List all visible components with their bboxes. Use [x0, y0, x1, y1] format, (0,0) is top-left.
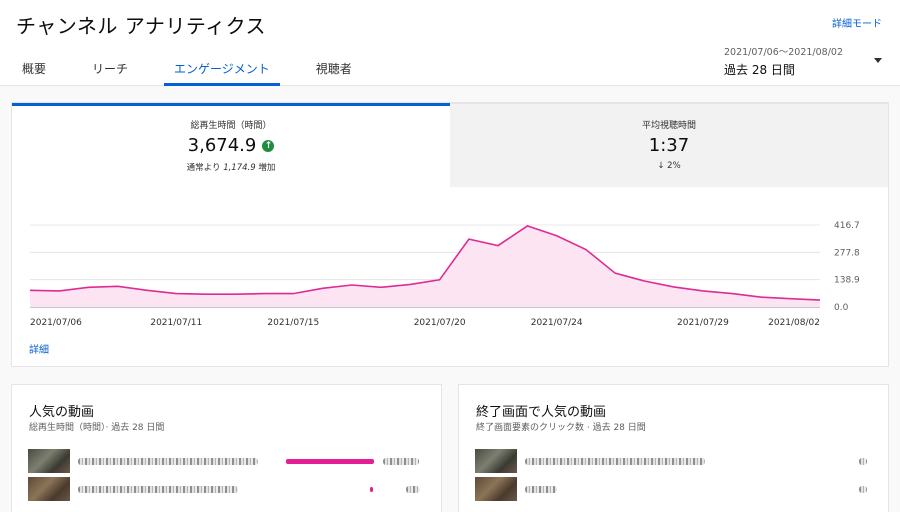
value-bar — [286, 459, 374, 464]
top-videos-card: 人気の動画 総再生時間（時間）· 過去 28 日間 — [11, 384, 442, 512]
redacted-value — [383, 458, 419, 465]
value-bar — [370, 487, 373, 492]
video-thumbnail — [475, 477, 517, 501]
redacted-title — [78, 486, 238, 493]
metric-value-row: 3,674.9 ↑ — [12, 135, 450, 156]
y-tick-label: 277.8 — [834, 248, 860, 258]
y-axis-ticks: 0.0 138.9 277.8 416.7 — [834, 221, 860, 313]
video-thumbnail — [475, 449, 517, 473]
x-tick-label: 2021/07/24 — [531, 318, 583, 328]
x-tick-label: 2021/07/29 — [677, 318, 729, 328]
video-thumbnail — [28, 477, 70, 501]
metric-value-row: 1:37 — [450, 135, 888, 156]
card-title: 終了画面で人気の動画 — [476, 405, 607, 420]
chart-area — [30, 225, 820, 307]
tab-overview[interactable]: 概要 — [12, 52, 56, 86]
redacted-value — [406, 486, 420, 493]
tab-engagement[interactable]: エンゲージメント — [164, 52, 280, 86]
redacted-title — [525, 458, 705, 465]
see-more-link[interactable]: 詳細 — [29, 341, 49, 356]
card-subtitle: 総再生時間（時間）· 過去 28 日間 — [29, 423, 165, 433]
page-title: チャンネル アナリティクス — [16, 14, 267, 38]
metric-value: 1:37 — [648, 135, 690, 156]
metric-avg-view-duration[interactable]: 平均視聴時間 1:37 ↓ 2% — [450, 103, 888, 187]
metric-watch-time[interactable]: 総再生時間（時間） 3,674.9 ↑ 通常より 1,174.9 増加 — [12, 103, 450, 187]
x-tick-label: 2021/07/15 — [267, 318, 319, 328]
x-tick-label: 2021/07/11 — [150, 318, 202, 328]
arrow-up-icon: ↑ — [262, 139, 275, 152]
end-screen-videos-card: 終了画面で人気の動画 終了画面要素のクリック数 · 過去 28 日間 — [458, 384, 889, 512]
list-item[interactable] — [28, 449, 428, 473]
redacted-value — [859, 458, 867, 465]
redacted-title — [78, 458, 258, 465]
metric-value: 3,674.9 — [187, 135, 257, 156]
tab-bar: 概要 リーチ エンゲージメント 視聴者 — [12, 52, 388, 86]
redacted-title — [525, 486, 557, 493]
engagement-card: 総再生時間（時間） 3,674.9 ↑ 通常より 1,174.9 増加 平均視聴… — [11, 102, 889, 367]
card-subtitle: 終了画面要素のクリック数 · 過去 28 日間 — [476, 423, 646, 433]
y-tick-label: 416.7 — [834, 221, 860, 231]
date-range-text: 2021/07/06～2021/08/02 — [724, 47, 844, 58]
video-thumbnail — [28, 449, 70, 473]
comparison-value: 1,174.9 — [223, 163, 256, 173]
comparison-suffix: 増加 — [258, 163, 276, 173]
tab-reach[interactable]: リーチ — [82, 52, 138, 86]
redacted-value — [859, 486, 867, 493]
x-axis-ticks: 2021/07/06 2021/07/11 2021/07/15 2021/07/20… — [30, 318, 820, 328]
y-tick-label: 138.9 — [834, 276, 860, 286]
caret-down-icon — [874, 58, 882, 63]
comparison-prefix: 通常より — [186, 163, 221, 173]
tab-audience[interactable]: 視聴者 — [306, 52, 362, 86]
metric-label: 平均視聴時間 — [641, 121, 696, 131]
list-item[interactable] — [475, 449, 875, 473]
date-period-text: 過去 28 日間 — [724, 63, 795, 77]
x-tick-label: 2021/07/20 — [414, 318, 466, 328]
card-title: 人気の動画 — [29, 405, 95, 420]
x-tick-label: 2021/08/02 — [768, 318, 820, 328]
watch-time-chart: 0.0138.9277.8416.7 2021/07/06 2021/07/11 2… — [29, 221, 860, 328]
date-range-picker[interactable]: 2021/07/06～2021/08/02 過去 28 日間 — [724, 44, 888, 78]
x-tick-label: 2021/07/06 — [30, 318, 82, 328]
y-tick-label: 0.0 — [834, 303, 849, 313]
list-item[interactable] — [28, 477, 428, 501]
metric-comparison: ↓ 2% — [657, 161, 681, 171]
metric-label: 総再生時間（時間） — [190, 121, 272, 131]
list-item[interactable] — [475, 477, 875, 501]
advanced-mode-link[interactable]: 詳細モード — [832, 15, 882, 30]
header: チャンネル アナリティクス 詳細モード 概要 リーチ エンゲージメント 視聴者 … — [0, 0, 900, 86]
metric-comparison: 通常より 1,174.9 増加 — [12, 161, 450, 173]
